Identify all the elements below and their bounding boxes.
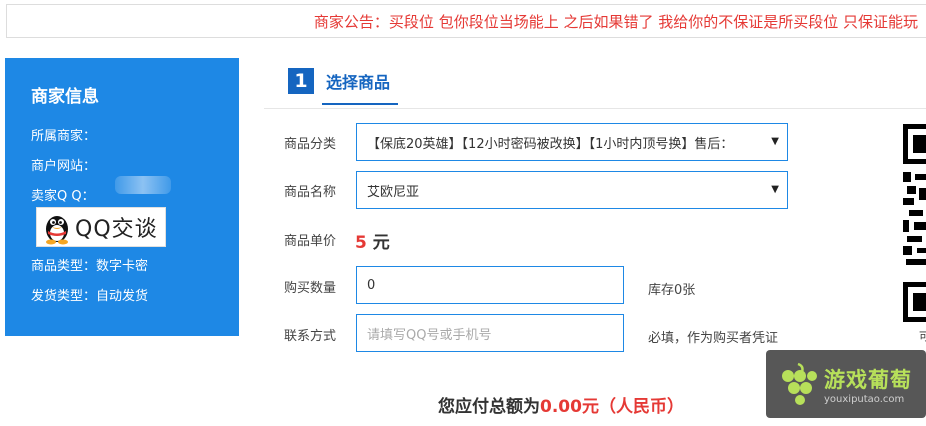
quantity-value: 0 (367, 277, 376, 293)
step-header: 1 选择商品 (288, 68, 390, 94)
payment-qr-code (903, 124, 926, 322)
quantity-input[interactable]: 0 (356, 266, 624, 304)
merchant-info-panel: 商家信息 所属商家： 商户网站： 卖家Q Q： QQ交谈 商品类型：数字卡密 发… (5, 58, 239, 336)
unit-price-label: 商品单价 (284, 234, 337, 249)
category-select[interactable]: 【保底20英雄】【12小时密码被改换】【1小时内顶号换】售后： ▼ (356, 123, 788, 161)
category-selected-value: 【保底20英雄】【12小时密码被改换】【1小时内顶号换】售后： (367, 136, 734, 152)
announcement-text: 商家公告：买段位 包你段位当场能上 之后如果错了 我给你的不保证是所买段位 只保… (313, 13, 918, 31)
contact-input[interactable]: 请填写QQ号或手机号 (356, 314, 624, 352)
announcement-bar: 商家公告：买段位 包你段位当场能上 之后如果错了 我给你的不保证是所买段位 只保… (6, 4, 926, 38)
site-watermark: 游戏葡萄 youxiputao.com (766, 350, 926, 418)
step-divider (264, 108, 926, 109)
unit-price-value: 5 元 (355, 228, 390, 253)
watermark-cn: 游戏葡萄 (824, 367, 912, 392)
total-value: 0.00 (540, 397, 582, 417)
grape-logo-icon (782, 362, 817, 405)
product-name-selected-value: 艾欧尼亚 (367, 184, 420, 200)
contact-label: 联系方式 (284, 329, 337, 344)
merchant-delivery-type: 发货类型：自动发货 (31, 289, 149, 304)
category-label: 商品分类 (284, 137, 337, 152)
merchant-owner: 所属商家： (31, 129, 97, 144)
merchant-website: 商户网站： (31, 159, 97, 174)
stock-status: 库存0张 (648, 283, 696, 298)
qq-chat-button[interactable]: QQ交谈 (36, 207, 166, 247)
step-title: 选择商品 (326, 73, 391, 92)
total-suffix: 元（人民币） (581, 397, 684, 417)
contact-hint: 必填，作为购买者凭证 (648, 331, 779, 346)
step-title-underline (322, 103, 398, 105)
chevron-down-icon: ▼ (771, 183, 779, 195)
quantity-label: 购买数量 (284, 281, 337, 296)
merchant-product-type: 商品类型：数字卡密 (31, 259, 149, 274)
watermark-en: youxiputao.com (824, 393, 905, 405)
blurred-qq-number (115, 176, 171, 194)
merchant-panel-title: 商家信息 (31, 87, 99, 107)
chevron-down-icon: ▼ (771, 135, 779, 147)
merchant-qq-label: 卖家Q Q： (31, 189, 95, 204)
qr-caption: 可 (919, 330, 926, 343)
product-name-label: 商品名称 (284, 185, 337, 200)
unit-price-unit: 元 (372, 233, 390, 253)
total-prefix: 您应付总额为 (438, 397, 540, 417)
unit-price-number: 5 (355, 233, 367, 253)
product-name-select[interactable]: 艾欧尼亚 ▼ (356, 171, 788, 209)
contact-placeholder: 请填写QQ号或手机号 (367, 327, 492, 343)
step-number-badge: 1 (288, 68, 314, 94)
qq-penguin-icon (46, 216, 68, 245)
qq-chat-label: QQ交谈 (75, 217, 158, 242)
total-amount: 您应付总额为0.00元（人民币） (438, 392, 684, 417)
